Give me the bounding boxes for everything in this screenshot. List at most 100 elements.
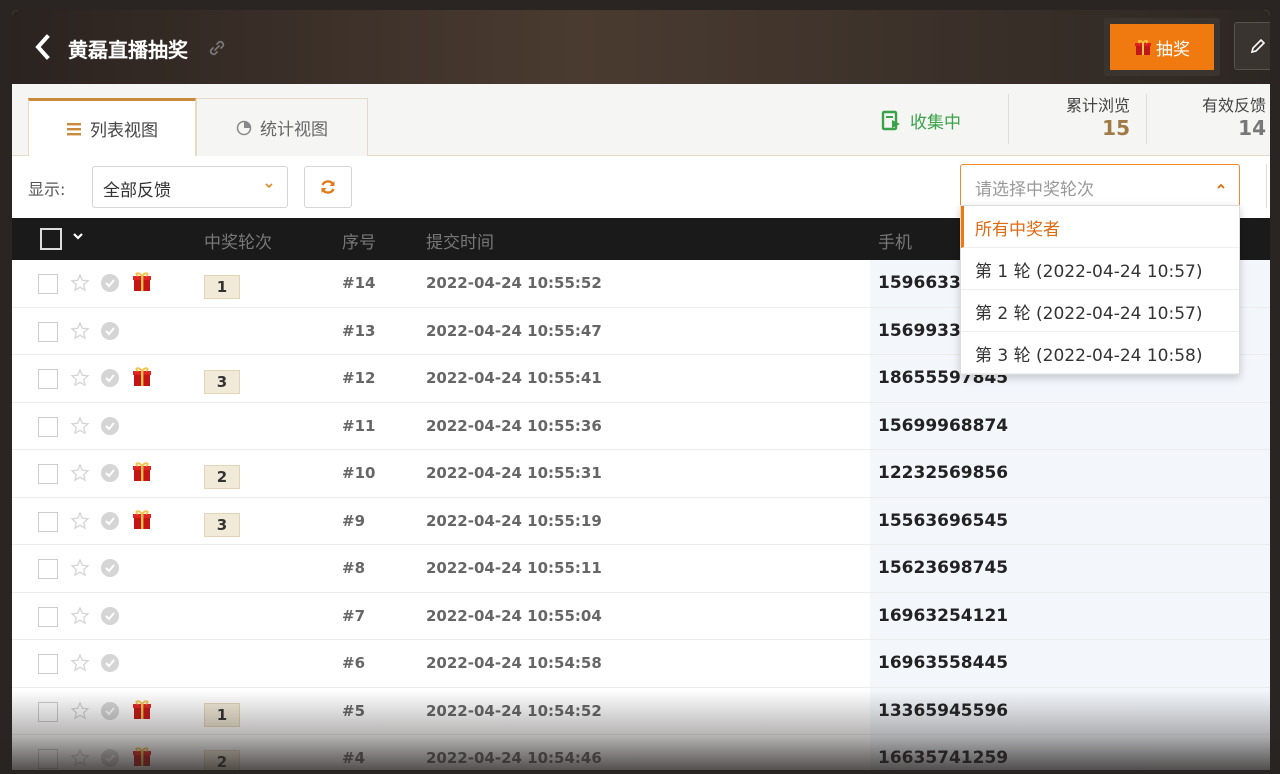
table-row[interactable]: #7 2022-04-24 10:55:04 16963254121 bbox=[12, 592, 1270, 640]
gift-icon bbox=[1135, 39, 1151, 55]
table-row[interactable]: 1 #5 2022-04-24 10:54:52 13365945596 bbox=[12, 687, 1270, 735]
row-checkbox[interactable] bbox=[38, 416, 58, 437]
round-option[interactable]: 第 2 轮 (2022-04-24 10:57) bbox=[961, 290, 1239, 332]
row-checkbox[interactable] bbox=[38, 749, 58, 769]
edit-button[interactable] bbox=[1234, 22, 1270, 70]
check-circle-icon[interactable] bbox=[100, 606, 120, 626]
row-seq: #5 bbox=[342, 701, 366, 720]
feedback-stat: 有效反馈 14 bbox=[1180, 92, 1266, 140]
row-phone: 1569933 bbox=[878, 320, 961, 341]
row-time: 2022-04-24 10:55:04 bbox=[426, 606, 602, 625]
row-seq: #7 bbox=[342, 606, 366, 625]
row-checkbox[interactable] bbox=[38, 606, 58, 627]
row-checkbox[interactable] bbox=[38, 464, 58, 484]
star-icon[interactable] bbox=[70, 415, 90, 436]
star-icon[interactable] bbox=[70, 273, 90, 293]
views-value: 15 bbox=[1102, 116, 1130, 140]
tab-list-view[interactable]: 列表视图 bbox=[28, 98, 196, 156]
pencil-icon bbox=[1250, 38, 1266, 54]
view-tab-bar: 列表视图 统计视图 收集中 累计浏览 15 有效反馈 14 bbox=[12, 84, 1270, 156]
row-checkbox[interactable] bbox=[38, 511, 58, 532]
row-seq: #10 bbox=[342, 464, 376, 482]
row-seq: #13 bbox=[342, 321, 376, 340]
table-row[interactable]: #8 2022-04-24 10:55:11 15623698745 bbox=[12, 545, 1270, 593]
row-checkbox[interactable] bbox=[38, 274, 58, 294]
show-filter-label: 显示: bbox=[28, 180, 66, 199]
row-phone: 15966332 bbox=[878, 273, 973, 293]
row-checkbox[interactable] bbox=[38, 701, 58, 722]
table-row[interactable]: #11 2022-04-24 10:55:36 15699968874 bbox=[12, 402, 1270, 450]
round-option[interactable]: 所有中奖者 bbox=[961, 206, 1239, 248]
round-badge: 3 bbox=[204, 370, 240, 394]
show-filter-select[interactable]: 全部反馈 bbox=[92, 166, 288, 208]
check-circle-icon[interactable] bbox=[100, 368, 120, 388]
collect-icon bbox=[881, 110, 900, 130]
check-circle-icon[interactable] bbox=[100, 653, 120, 673]
star-icon[interactable] bbox=[70, 463, 90, 483]
gift-icon bbox=[131, 270, 153, 292]
top-header: 黄磊直播抽奖 抽奖 bbox=[12, 10, 1270, 84]
list-icon bbox=[67, 122, 81, 135]
tab-list-label: 列表视图 bbox=[90, 121, 158, 141]
views-stat: 累计浏览 15 bbox=[1046, 92, 1130, 140]
round-select[interactable]: 请选择中奖轮次 bbox=[960, 164, 1240, 208]
check-circle-icon[interactable] bbox=[100, 558, 120, 578]
round-option[interactable]: 第 1 轮 (2022-04-24 10:57) bbox=[961, 248, 1239, 290]
check-circle-icon[interactable] bbox=[100, 463, 120, 483]
column-seq[interactable]: 序号 bbox=[342, 228, 376, 253]
gift-icon bbox=[131, 508, 153, 530]
table-row[interactable]: 3 #9 2022-04-24 10:55:19 15563696545 bbox=[12, 497, 1270, 545]
link-icon[interactable] bbox=[208, 39, 226, 57]
check-circle-icon[interactable] bbox=[100, 321, 120, 341]
row-seq: #6 bbox=[342, 654, 366, 672]
check-circle-icon[interactable] bbox=[100, 511, 120, 531]
row-checkbox[interactable] bbox=[38, 321, 58, 342]
draw-lottery-button[interactable]: 抽奖 bbox=[1104, 18, 1220, 76]
select-all-checkbox[interactable] bbox=[40, 228, 62, 250]
row-time: 2022-04-24 10:55:11 bbox=[426, 559, 602, 577]
check-circle-icon[interactable] bbox=[100, 273, 120, 293]
collecting-status[interactable]: 收集中 bbox=[880, 108, 961, 133]
column-round[interactable]: 中奖轮次 bbox=[204, 228, 272, 253]
star-icon[interactable] bbox=[70, 748, 90, 768]
star-icon[interactable] bbox=[70, 558, 90, 578]
row-time: 2022-04-24 10:55:36 bbox=[426, 416, 602, 435]
caret-down-icon[interactable] bbox=[72, 230, 84, 242]
row-checkbox[interactable] bbox=[38, 654, 58, 674]
row-phone: 15563696545 bbox=[878, 510, 1009, 531]
row-seq: #8 bbox=[342, 559, 366, 577]
tab-stats-view[interactable]: 统计视图 bbox=[196, 98, 368, 156]
chevron-down-icon bbox=[265, 183, 273, 189]
gift-icon bbox=[131, 460, 153, 482]
star-icon[interactable] bbox=[70, 368, 90, 388]
star-icon[interactable] bbox=[70, 510, 90, 531]
star-icon[interactable] bbox=[70, 605, 90, 626]
row-time: 2022-04-24 10:54:58 bbox=[426, 654, 602, 672]
refresh-icon bbox=[321, 180, 335, 194]
chevron-up-icon bbox=[1217, 183, 1225, 189]
round-badge: 2 bbox=[204, 465, 240, 489]
gift-icon bbox=[131, 365, 153, 387]
row-checkbox[interactable] bbox=[38, 559, 58, 579]
table-row[interactable]: 2 #10 2022-04-24 10:55:31 12232569856 bbox=[12, 450, 1270, 498]
row-checkbox[interactable] bbox=[38, 369, 58, 389]
row-phone: 16963558445 bbox=[878, 653, 1009, 673]
star-icon[interactable] bbox=[70, 700, 90, 721]
check-circle-icon[interactable] bbox=[100, 416, 120, 436]
row-time: 2022-04-24 10:55:47 bbox=[426, 321, 602, 340]
row-seq: #12 bbox=[342, 369, 376, 387]
star-icon[interactable] bbox=[70, 320, 90, 341]
round-option[interactable]: 第 3 轮 (2022-04-24 10:58) bbox=[961, 332, 1239, 374]
collecting-label: 收集中 bbox=[910, 113, 961, 133]
check-circle-icon[interactable] bbox=[100, 701, 120, 721]
gift-icon bbox=[131, 698, 153, 720]
star-icon[interactable] bbox=[70, 653, 90, 673]
check-circle-icon[interactable] bbox=[100, 748, 120, 768]
back-icon[interactable] bbox=[34, 34, 52, 60]
table-row[interactable]: #6 2022-04-24 10:54:58 16963558445 bbox=[12, 640, 1270, 688]
column-phone[interactable]: 手机 bbox=[878, 228, 912, 253]
table-row[interactable]: 2 #4 2022-04-24 10:54:46 16635741259 bbox=[12, 735, 1270, 770]
refresh-button[interactable] bbox=[304, 166, 352, 208]
row-phone: 12232569856 bbox=[878, 463, 1009, 483]
column-time[interactable]: 提交时间 bbox=[426, 228, 494, 253]
